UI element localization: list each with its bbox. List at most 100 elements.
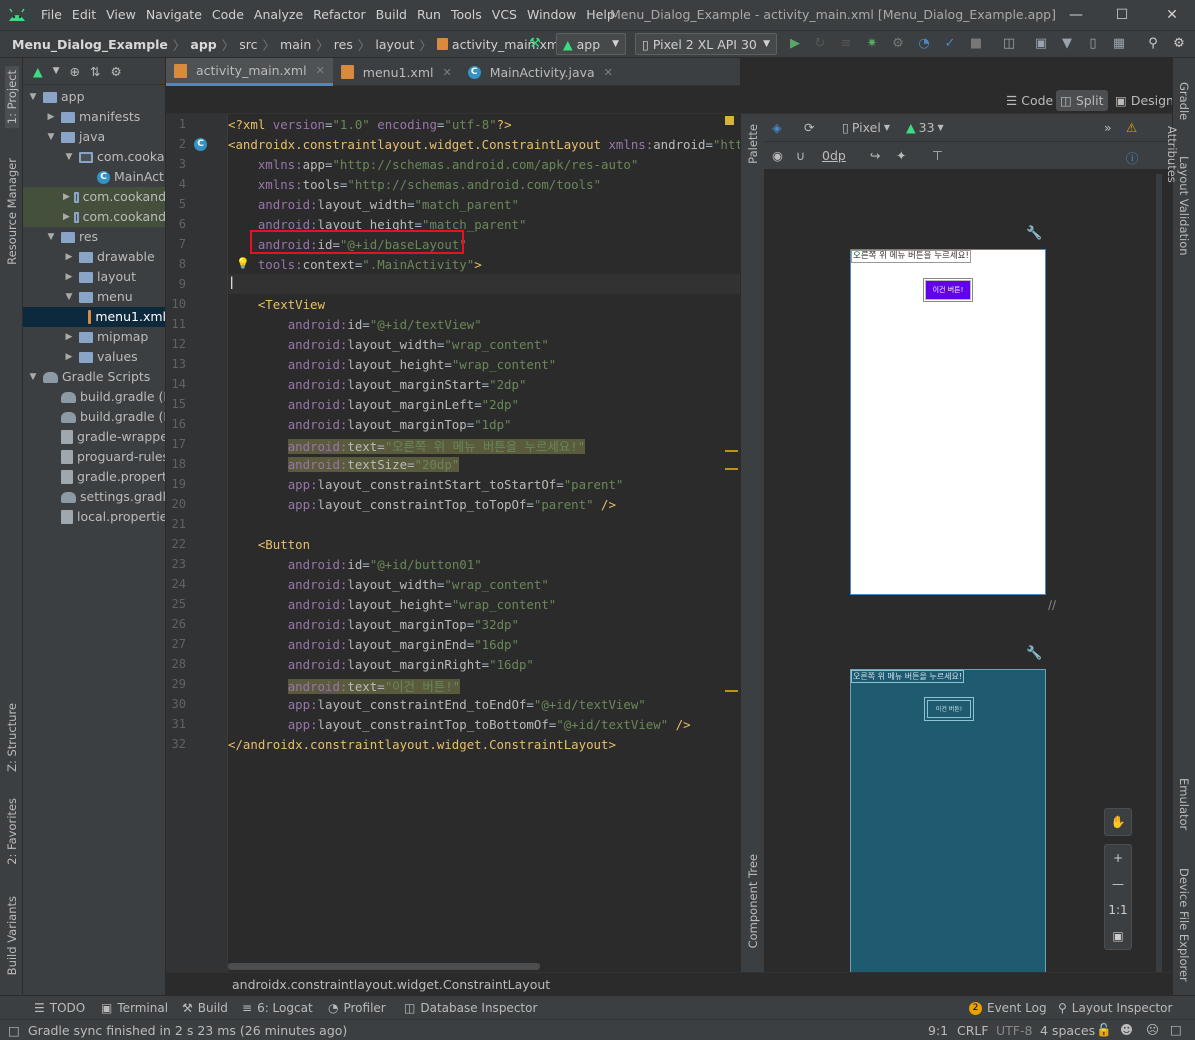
crumb-project[interactable]: Menu_Dialog_Example bbox=[12, 37, 168, 52]
tab-project[interactable]: 1: Project bbox=[5, 66, 19, 129]
search-icon[interactable]: ⚲ bbox=[1144, 34, 1162, 52]
sdk-manager-icon[interactable]: ▼ bbox=[1058, 34, 1076, 52]
resize-handle[interactable]: ∕∕ bbox=[1048, 598, 1056, 612]
tab-main-activity[interactable]: C MainActivity.java ✕ bbox=[460, 58, 621, 86]
gear-icon[interactable]: ⚙ bbox=[111, 64, 122, 79]
code-line[interactable]: android:text="이건 버튼!" bbox=[228, 677, 461, 695]
tree-item[interactable]: ▼ app bbox=[27, 87, 85, 107]
tree-item[interactable]: ▶ manifests bbox=[45, 107, 141, 127]
chevron-down-icon[interactable]: ▼ bbox=[63, 287, 75, 307]
tree-item[interactable]: ▶ layout bbox=[63, 267, 136, 287]
code-line[interactable]: android:textSize="20dp" bbox=[228, 457, 460, 472]
magnet-icon[interactable]: ∪ bbox=[796, 148, 805, 163]
lock-icon[interactable]: 🔓 bbox=[1096, 1022, 1112, 1038]
design-mode-button[interactable]: ▣ Design bbox=[1111, 90, 1178, 111]
zoom-one-to-one-button[interactable]: 1:1 bbox=[1105, 897, 1131, 923]
code-line[interactable]: android:id="@+id/button01" bbox=[228, 557, 482, 572]
tab-favorites[interactable]: 2: Favorites bbox=[5, 798, 19, 865]
attach-debugger-icon[interactable]: ⚙ bbox=[889, 34, 907, 52]
code-line[interactable]: <?xml version="1.0" encoding="utf-8"?> bbox=[228, 117, 512, 132]
code-line[interactable]: xmlns:app="http://schemas.android.com/ap… bbox=[228, 157, 638, 172]
chevron-down-icon[interactable]: ▼ bbox=[27, 87, 39, 107]
menu-analyze[interactable]: Analyze bbox=[249, 0, 308, 30]
tree-item[interactable]: build.gradle (Mo bbox=[45, 407, 165, 427]
tree-item[interactable]: ▼ com.cookand bbox=[63, 147, 165, 167]
device-button[interactable]: ▯ Pixel ▼ bbox=[842, 120, 890, 135]
tree-item[interactable]: proguard-rules.p bbox=[45, 447, 165, 467]
zoom-in-button[interactable]: + bbox=[1105, 845, 1131, 871]
status-icon[interactable]: □ bbox=[8, 1023, 20, 1038]
terminal-tool[interactable]: ▣ Terminal bbox=[101, 1001, 168, 1015]
eye-icon[interactable]: ◉ bbox=[772, 148, 783, 163]
chevron-down-icon[interactable]: ▼ bbox=[53, 66, 60, 76]
code-line[interactable]: <androidx.constraintlayout.widget.Constr… bbox=[228, 137, 740, 152]
code-line[interactable]: android:layout_marginRight="16dp" bbox=[228, 657, 534, 672]
split-mode-button[interactable]: ◫ Split bbox=[1056, 90, 1108, 111]
menu-code[interactable]: Code bbox=[207, 0, 249, 30]
code-line[interactable]: android:layout_marginLeft="2dp" bbox=[228, 397, 519, 412]
vertical-scrollbar[interactable] bbox=[1156, 174, 1162, 972]
code-line[interactable]: android:layout_marginStart="2dp" bbox=[228, 377, 527, 392]
tree-item[interactable]: ▶ mipmap bbox=[63, 327, 149, 347]
default-margin[interactable]: 0dp bbox=[822, 148, 846, 163]
tree-item[interactable]: local.properties bbox=[45, 507, 165, 527]
database-inspector-tool[interactable]: ◫ Database Inspector bbox=[404, 1001, 537, 1015]
device-select[interactable]: ▯ Pixel 2 XL API 30 ▼ bbox=[635, 33, 777, 55]
profiler-tool[interactable]: ◔ Profiler bbox=[328, 1001, 386, 1015]
code-editor[interactable]: 1 2 3 4 5 6 7 8 9 10 11 12 13 14 15 16 17 18 19 20 21 22 23 24 2… bbox=[166, 114, 740, 972]
close-window-button[interactable]: ✕ bbox=[1149, 0, 1195, 30]
tree-item[interactable]: ▶ values bbox=[63, 347, 138, 367]
tree-item[interactable]: ▼ java bbox=[45, 127, 106, 147]
menu-refactor[interactable]: Refactor bbox=[308, 0, 370, 30]
chevron-right-icon[interactable]: ▶ bbox=[63, 327, 75, 347]
menu-view[interactable]: View bbox=[101, 0, 141, 30]
status-message[interactable]: Gradle sync finished in 2 s 23 ms (26 mi… bbox=[28, 1023, 347, 1038]
indent-setting[interactable]: 4 spaces bbox=[1040, 1023, 1095, 1038]
code-line[interactable]: android:layout_width="wrap_content" bbox=[228, 337, 549, 352]
code-line[interactable]: android:id="@+id/textView" bbox=[228, 317, 482, 332]
api-button[interactable]: ▲ 33 ▼ bbox=[906, 120, 944, 135]
tree-item[interactable]: ▶ drawable bbox=[63, 247, 155, 267]
tree-item[interactable]: ▼ res bbox=[45, 227, 99, 247]
collapse-icon[interactable]: ⇅ bbox=[90, 64, 100, 79]
tree-item[interactable]: ▼ menu bbox=[63, 287, 133, 307]
code-line[interactable]: <TextView bbox=[228, 297, 325, 312]
crumb-main[interactable]: main bbox=[280, 37, 311, 52]
locate-icon[interactable]: ⊕ bbox=[70, 64, 80, 79]
code-mode-button[interactable]: ☰ Code bbox=[1002, 90, 1057, 111]
tree-item[interactable]: gradle.propertie bbox=[45, 467, 165, 487]
tab-layout-validation[interactable]: Layout Validation bbox=[1177, 156, 1191, 256]
menu-file[interactable]: File bbox=[36, 0, 67, 30]
chevron-right-icon[interactable]: ▶ bbox=[63, 267, 75, 287]
chevron-right-icon[interactable]: ▶ bbox=[63, 247, 75, 267]
blueprint-textview[interactable]: 오른쪽 위 메뉴 버튼을 누르세요! bbox=[851, 670, 965, 683]
feedback-icon[interactable]: ☹ bbox=[1146, 1022, 1159, 1037]
build-tool[interactable]: ⚒ Build bbox=[182, 1001, 228, 1015]
coverage-icon[interactable]: ✓ bbox=[941, 34, 959, 52]
code-line[interactable]: app:layout_constraintStart_toStartOf="pa… bbox=[228, 477, 624, 492]
code-line[interactable]: tools:context=".MainActivity"> bbox=[228, 257, 482, 272]
lightbulb-icon[interactable]: 💡 bbox=[236, 257, 250, 270]
crumb-app[interactable]: app bbox=[190, 37, 216, 52]
tab-attributes[interactable]: Attributes bbox=[1165, 126, 1179, 183]
avd-manager-icon[interactable]: ▣ bbox=[1032, 34, 1050, 52]
menu-window[interactable]: Window bbox=[522, 0, 581, 30]
logcat-tool[interactable]: ≡ 6: Logcat bbox=[242, 1001, 313, 1015]
chevron-right-icon[interactable]: ▶ bbox=[63, 187, 70, 207]
tab-menu1[interactable]: menu1.xml ✕ bbox=[333, 58, 460, 86]
clear-constraints-icon[interactable]: ↪ bbox=[870, 148, 880, 163]
chevron-right-icon[interactable]: ▶ bbox=[63, 207, 70, 227]
tab-palette[interactable]: Palette bbox=[746, 124, 760, 164]
tree-item[interactable]: gradle-wrapper.p bbox=[45, 427, 165, 447]
menu-vcs[interactable]: VCS bbox=[487, 0, 522, 30]
preview-button[interactable]: 이건 버튼! bbox=[923, 278, 973, 302]
code-line[interactable]: android:layout_marginTop="1dp" bbox=[228, 417, 512, 432]
warning-icon[interactable]: ⚠ bbox=[1126, 120, 1137, 135]
horizontal-scrollbar[interactable] bbox=[228, 963, 540, 970]
code-line[interactable]: android:text="오른쪽 위 메뉴 버튼을 누르세요!" bbox=[228, 437, 586, 455]
apply-code-icon[interactable]: ≡ bbox=[837, 34, 855, 52]
infer-constraints-icon[interactable]: ✦ bbox=[896, 148, 906, 163]
maximize-button[interactable]: ☐ bbox=[1099, 0, 1145, 30]
code-line[interactable]: </androidx.constraintlayout.widget.Const… bbox=[228, 737, 616, 752]
code-line[interactable]: android:layout_marginEnd="16dp" bbox=[228, 637, 519, 652]
